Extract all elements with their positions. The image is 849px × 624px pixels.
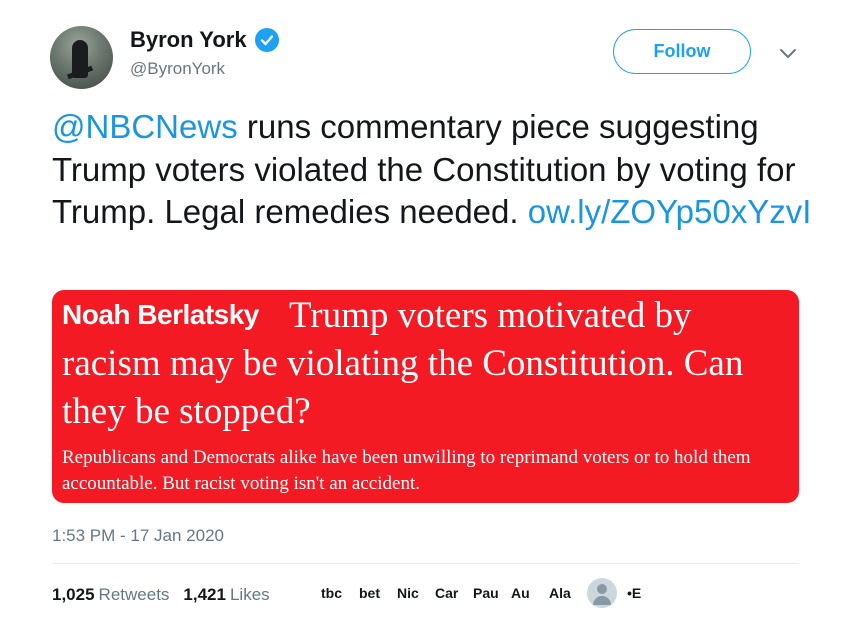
link-card[interactable]: Trump voters motivated by racism may be … — [52, 290, 799, 503]
author-handle[interactable]: @ByronYork — [130, 59, 225, 79]
divider — [52, 563, 799, 564]
liker-avatar[interactable]: Car — [435, 585, 465, 601]
card-author: Noah Berlatsky — [62, 299, 259, 330]
default-avatar-icon[interactable] — [587, 578, 617, 608]
tweet-text: @NBCNews runs commentary piece suggestin… — [52, 106, 812, 234]
likers-list: tbc bet Nic Car Pau Au Ala •E — [321, 578, 641, 608]
author-avatar[interactable] — [50, 26, 113, 89]
retweets-label: Retweets — [98, 585, 170, 604]
liker-avatar[interactable]: Au — [511, 585, 541, 601]
retweets-stat[interactable]: 1,025 Retweets — [52, 585, 169, 605]
liker-avatar[interactable]: Ala — [549, 585, 579, 601]
tweet-timestamp[interactable]: 1:53 PM - 17 Jan 2020 — [52, 526, 224, 546]
chevron-down-icon[interactable] — [776, 44, 800, 64]
tweet-link[interactable]: ow.ly/ZOYp50xYzvI — [528, 193, 812, 230]
liker-avatar[interactable]: bet — [359, 585, 389, 601]
card-summary: Republicans and Democrats alike have bee… — [62, 447, 751, 494]
follow-button[interactable]: Follow — [613, 29, 751, 74]
liker-avatar[interactable]: Nic — [397, 585, 427, 601]
retweets-count: 1,025 — [52, 585, 95, 604]
more-likers[interactable]: •E — [627, 585, 641, 601]
mention-link[interactable]: @NBCNews — [52, 108, 238, 145]
liker-avatar[interactable]: tbc — [321, 585, 351, 601]
likes-count: 1,421 — [183, 585, 226, 604]
likes-stat[interactable]: 1,421 Likes — [183, 585, 269, 605]
liker-avatar[interactable]: Pau — [473, 585, 503, 601]
author-name-row[interactable]: Byron York — [130, 27, 279, 53]
author-name[interactable]: Byron York — [130, 27, 247, 53]
verified-badge-icon — [254, 28, 279, 52]
tweet-stats: 1,025 Retweets 1,421 Likes — [52, 585, 270, 605]
likes-label: Likes — [229, 585, 270, 604]
